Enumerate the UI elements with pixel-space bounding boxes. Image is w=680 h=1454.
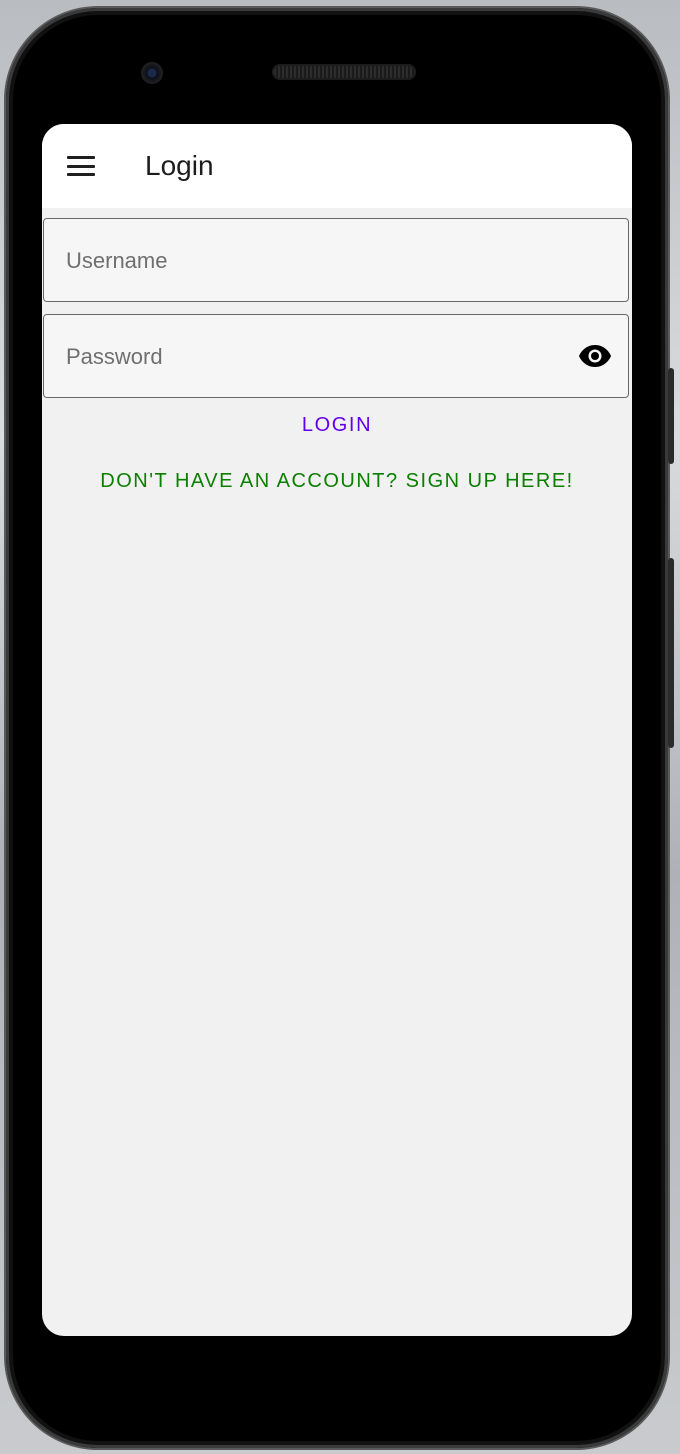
- app-bar: Login: [42, 124, 632, 208]
- eye-icon[interactable]: [578, 343, 612, 369]
- app-screen: Login LOGIN DON'T HAVE AN ACCOUNT? SIGN …: [42, 124, 632, 1336]
- username-field[interactable]: [43, 218, 629, 303]
- front-camera: [141, 62, 163, 84]
- hamburger-menu-icon[interactable]: [67, 156, 95, 176]
- password-field[interactable]: [43, 314, 629, 399]
- password-input[interactable]: [64, 315, 548, 399]
- signup-link[interactable]: DON'T HAVE AN ACCOUNT? SIGN UP HERE!: [42, 470, 632, 493]
- volume-button: [668, 558, 674, 748]
- power-button: [668, 368, 674, 464]
- username-input[interactable]: [64, 219, 548, 303]
- login-button[interactable]: LOGIN: [42, 414, 632, 437]
- page-title: Login: [145, 150, 214, 181]
- earpiece-speaker: [272, 64, 416, 80]
